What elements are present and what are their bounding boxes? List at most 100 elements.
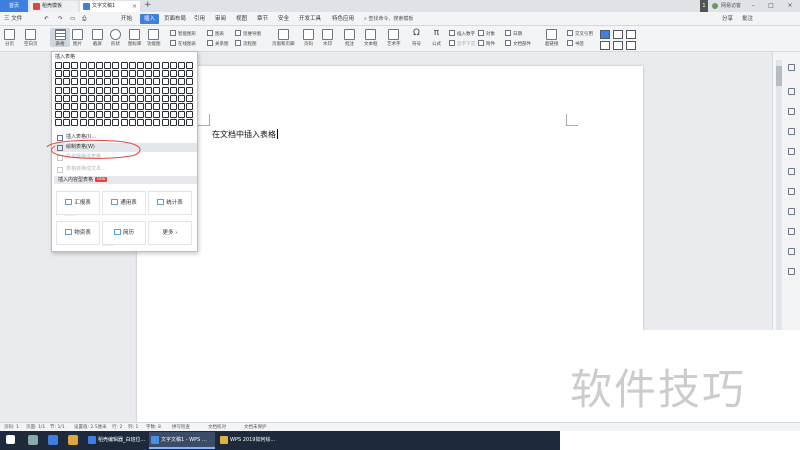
table-grid-cell[interactable]	[153, 70, 161, 78]
table-grid-cell[interactable]	[161, 103, 169, 110]
table-grid-cell[interactable]	[87, 86, 95, 94]
table-grid-cell[interactable]	[112, 86, 120, 94]
table-grid-cell[interactable]	[186, 86, 194, 94]
table-grid-cell[interactable]	[79, 86, 87, 94]
table-grid-cell[interactable]	[137, 78, 144, 86]
table-grid-cell[interactable]	[169, 86, 177, 94]
redo-icon[interactable]: ↷	[58, 14, 63, 24]
table-grid-cell[interactable]	[128, 62, 136, 69]
table-grid-cell[interactable]	[128, 111, 136, 119]
table-grid-cell[interactable]	[112, 111, 120, 119]
share-button[interactable]: 分享	[722, 14, 733, 24]
table-grid-cell[interactable]	[120, 70, 128, 78]
table-grid-cell[interactable]	[186, 70, 194, 78]
table-grid-cell[interactable]	[145, 94, 153, 102]
table-grid-cell[interactable]	[137, 86, 144, 94]
start-icon[interactable]	[6, 435, 15, 444]
table-grid-cell[interactable]	[178, 62, 185, 69]
table-grid-cell[interactable]	[104, 103, 112, 110]
table-grid-cell[interactable]	[96, 94, 103, 102]
table-grid-cell[interactable]	[112, 119, 120, 127]
app-icon[interactable]	[68, 435, 78, 445]
table-grid-cell[interactable]	[63, 111, 71, 119]
table-grid-cell[interactable]	[63, 94, 71, 102]
sidebar-tool-icon[interactable]	[788, 64, 795, 71]
table-grid-cell[interactable]	[178, 103, 185, 110]
table-grid-cell[interactable]	[96, 119, 103, 127]
chart-button[interactable]: 图表	[207, 30, 224, 38]
table-grid-cell[interactable]	[104, 119, 112, 127]
template-resume[interactable]: 简历	[102, 221, 146, 245]
table-grid-cell[interactable]	[153, 103, 161, 110]
table-grid-cell[interactable]	[169, 62, 177, 69]
table-grid-cell[interactable]	[153, 62, 161, 69]
template-general-table[interactable]: 通用表	[102, 191, 146, 215]
blank-page-button[interactable]: 空白页	[24, 29, 38, 47]
table-grid-cell[interactable]	[71, 62, 79, 69]
table-grid-cell[interactable]	[79, 94, 87, 102]
table-grid-cell[interactable]	[169, 119, 177, 127]
table-grid-cell[interactable]	[145, 62, 153, 69]
formula-button[interactable]: π 公式	[431, 29, 442, 48]
relation-chart-button[interactable]: 关系图	[207, 40, 229, 48]
menu-references[interactable]: 引用	[194, 14, 205, 24]
table-grid-cell[interactable]	[87, 70, 95, 78]
sidebar-tool-icon[interactable]	[788, 148, 795, 155]
table-grid-cell[interactable]	[145, 103, 153, 110]
function-chart-button[interactable]: 功能图	[147, 29, 161, 47]
table-grid-cell[interactable]	[55, 94, 62, 102]
sidebar-tool-icon[interactable]	[788, 248, 795, 255]
bookmark-button[interactable]: 书签	[567, 40, 584, 48]
table-grid-cell[interactable]	[128, 78, 136, 86]
header-footer-button[interactable]: 页眉和页脚	[272, 29, 295, 47]
layout-view-icon[interactable]	[600, 30, 610, 39]
online-chart-button[interactable]: 在线图表	[170, 40, 196, 48]
table-grid-cell[interactable]	[96, 62, 103, 69]
sidebar-tool-icon[interactable]	[788, 208, 795, 215]
layout-view-icon[interactable]	[626, 41, 636, 50]
menu-security[interactable]: 安全	[278, 14, 289, 24]
table-grid-cell[interactable]	[137, 62, 144, 69]
menu-chapter[interactable]: 章节	[257, 14, 268, 24]
table-grid-cell[interactable]	[104, 78, 112, 86]
table-grid-cell[interactable]	[137, 119, 144, 127]
table-grid-cell[interactable]	[169, 94, 177, 102]
table-grid-cell[interactable]	[96, 86, 103, 94]
taskbar-app-folder[interactable]: WPS 2019如何绘...	[218, 432, 284, 449]
comment-menu-button[interactable]: 批注	[742, 14, 753, 24]
sidebar-tool-icon[interactable]	[788, 128, 795, 135]
insert-number-button[interactable]: 插入数字	[449, 30, 475, 38]
table-grid-cell[interactable]	[186, 119, 194, 127]
menu-file[interactable]: 三 文件	[4, 14, 22, 24]
table-grid-cell[interactable]	[153, 119, 161, 127]
close-window-icon[interactable]: ×	[781, 0, 799, 12]
table-grid-cell[interactable]	[161, 62, 169, 69]
table-grid-cell[interactable]	[87, 78, 95, 86]
table-grid-cell[interactable]	[128, 119, 136, 127]
symbol-button[interactable]: Ω 符号	[411, 29, 422, 48]
table-grid-cell[interactable]	[63, 103, 71, 110]
layout-view-icon[interactable]	[600, 41, 610, 50]
table-grid-cell[interactable]	[120, 111, 128, 119]
table-grid-cell[interactable]	[161, 78, 169, 86]
watermark-button[interactable]: 水印	[322, 29, 333, 47]
mind-map-button[interactable]: 思维导图	[235, 30, 261, 38]
table-grid-cell[interactable]	[112, 78, 120, 86]
table-grid-cell[interactable]	[169, 103, 177, 110]
user-name[interactable]: 网易访客	[721, 0, 741, 12]
shape-button[interactable]: 形状	[110, 29, 121, 47]
sidebar-tool-icon[interactable]	[788, 268, 795, 275]
table-grid-cell[interactable]	[153, 86, 161, 94]
table-grid-cell[interactable]	[161, 111, 169, 119]
table-grid-cell[interactable]	[178, 86, 185, 94]
table-grid-cell[interactable]	[186, 103, 194, 110]
table-to-text-item[interactable]: 表格转换成文本...	[54, 165, 197, 174]
table-grid-cell[interactable]	[178, 111, 185, 119]
print-icon[interactable]: ⎙	[82, 14, 86, 24]
table-grid-cell[interactable]	[161, 86, 169, 94]
tab-document[interactable]: 文字文稿1 ×	[80, 1, 140, 12]
table-grid-cell[interactable]	[128, 70, 136, 78]
table-grid-cell[interactable]	[104, 94, 112, 102]
table-grid-cell[interactable]	[112, 94, 120, 102]
table-grid-cell[interactable]	[153, 94, 161, 102]
